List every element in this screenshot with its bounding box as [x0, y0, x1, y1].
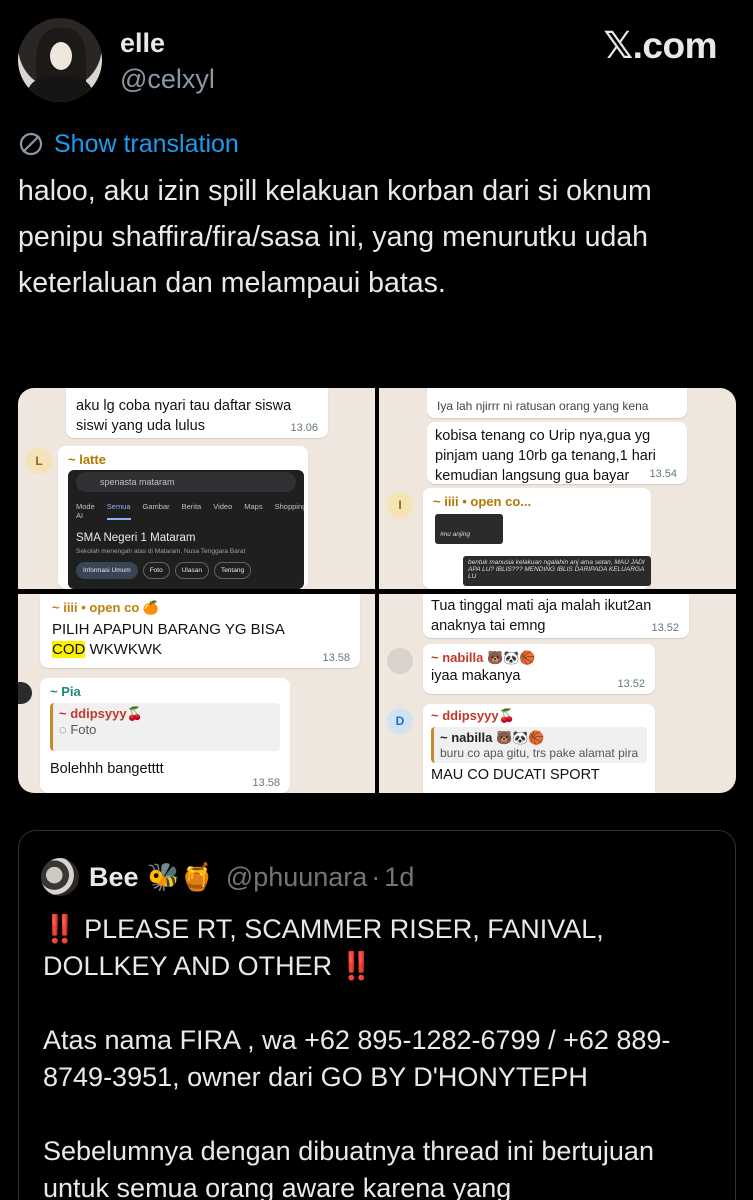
bee-honey-emoji: 🐝🍯: [146, 862, 214, 892]
double-exclamation-icon: ‼️: [43, 914, 77, 944]
chat-sender: ~ nabilla 🐻🐼🏀: [431, 650, 536, 665]
quote-tweet-text: ‼️ PLEASE RT, SCAMMER RISER, FANIVAL, DO…: [43, 911, 723, 1200]
chip: Tentang: [213, 562, 252, 579]
image-caption: #nu anjing: [440, 531, 470, 538]
avatar: L: [26, 448, 52, 474]
avatar: D: [387, 708, 413, 734]
quote-author-name[interactable]: Bee: [89, 862, 139, 893]
chip: Foto: [142, 562, 170, 579]
chat-message: Iya lah njirrr ni ratusan orang yang ken…: [437, 399, 649, 413]
highlight-text: COD: [52, 641, 86, 658]
chat-bubble: ~ nabilla 🐻🐼🏀 iyaa makanya 13.52: [423, 644, 655, 694]
forwarded-image: bentuk manusia kelakuan ngalahin anj ama…: [463, 556, 651, 586]
quoted-message: ~ ddipsyyy🍒 ◌ Foto: [50, 703, 280, 751]
chat-time: 13.52: [651, 622, 679, 634]
tab: Gambar: [142, 502, 170, 511]
quote-paragraph-2: Atas nama FIRA , wa +62 895-1282-6799 / …: [43, 1025, 671, 1092]
chat-bubble: ~ ddipsyyy🍒 ~ nabilla 🐻🐼🏀 buru co apa gi…: [423, 704, 655, 793]
chat-sender: ~ latte: [68, 452, 106, 467]
search-tabs: Mode AI Semua Gambar Berita Video Maps S…: [76, 502, 304, 520]
chat-message: MAU CO DUCATI SPORT: [431, 767, 600, 783]
chat-bubble: Tua tinggal mati aja malah ikut2an anakn…: [423, 594, 689, 638]
quote-tweet-card[interactable]: Bee 🐝🍯 @phuunara · 1d ‼️ PLEASE RT, SCAM…: [18, 830, 736, 1200]
avatar: [18, 682, 32, 704]
media-image-1[interactable]: aku lg coba nyari tau daftar siswa siswi…: [18, 388, 375, 589]
chat-message: aku lg coba nyari tau daftar siswa siswi…: [76, 398, 292, 434]
chat-time: 13.58: [252, 777, 280, 789]
quoted-message: ~ nabilla 🐻🐼🏀 buru co apa gitu, trs pake…: [431, 727, 647, 763]
chat-time: 13.06: [290, 422, 318, 434]
media-image-3[interactable]: ~ iiii • open co 🍊 PILIH APAPUN BARANG Y…: [18, 594, 375, 793]
tab: Berita: [181, 502, 202, 511]
chat-message: PILIH APAPUN BARANG YG BISA: [52, 621, 285, 638]
x-logo-watermark: 𝕏.com: [603, 25, 717, 66]
search-bar: spenasta mataram: [76, 472, 296, 492]
google-search-screenshot: spenasta mataram Mode AI Semua Gambar Be…: [68, 470, 304, 589]
quote-timestamp[interactable]: 1d: [384, 862, 414, 893]
chat-bubble: aku lg coba nyari tau daftar siswa siswi…: [66, 388, 328, 438]
avatar: [387, 648, 413, 674]
result-subtitle: Sekolah menengah atas di Mataram, Nusa T…: [76, 548, 246, 555]
quote-author-handle[interactable]: @phuunara: [226, 862, 368, 893]
avatar: I: [387, 492, 413, 518]
tab: Mode AI: [76, 502, 95, 520]
chip: Informasi Umum: [76, 562, 138, 579]
chat-sender: ~ iiii • open co...: [433, 494, 532, 509]
chat-sender: ~ Pia: [50, 684, 81, 699]
chat-message: Bolehhh bangetttt: [50, 761, 164, 777]
double-exclamation-icon: ‼️: [339, 951, 374, 981]
result-chips: Informasi Umum Foto Ulasan Tentang: [76, 562, 252, 579]
chat-time: 13.58: [322, 652, 350, 664]
chat-message: kobisa tenang co Urip nya,gua yg pinjam …: [435, 428, 656, 484]
chat-time: 13.52: [617, 678, 645, 690]
tab: Semua: [106, 502, 131, 520]
chip: Ulasan: [174, 562, 209, 579]
chat-bubble: ~ iiii • open co 🍊 PILIH APAPUN BARANG Y…: [40, 594, 360, 668]
author-handle[interactable]: @celxyl: [120, 64, 215, 95]
quote-sender: ~ ddipsyyy🍒: [59, 706, 143, 721]
media-grid: aku lg coba nyari tau daftar siswa siswi…: [18, 388, 736, 793]
tab: Shopping: [274, 502, 304, 511]
chat-time: 13.54: [649, 468, 677, 480]
result-title: SMA Negeri 1 Mataram: [76, 532, 196, 544]
tab: Maps: [244, 502, 263, 511]
tab: Video: [213, 502, 233, 511]
quote-sender: ~ nabilla 🐻🐼🏀: [440, 730, 545, 745]
author-display-name[interactable]: elle: [120, 28, 165, 59]
quote-tweet-header: Bee 🐝🍯 @phuunara · 1d: [41, 857, 414, 897]
chat-message: WKWKWK: [89, 641, 163, 658]
quote-body: buru co apa gitu, trs pake alamat pira: [440, 746, 639, 760]
quote-author-avatar[interactable]: [41, 858, 79, 896]
tweet-text: haloo, aku izin spill kelakuan korban da…: [18, 175, 652, 299]
chat-bubble: kobisa tenang co Urip nya,gua yg pinjam …: [427, 422, 687, 484]
quote-paragraph-3: Sebelumnya dengan dibuatnya thread ini b…: [43, 1136, 654, 1200]
camera-icon: ◌: [59, 722, 71, 737]
show-translation-link[interactable]: Show translation: [54, 130, 239, 159]
chat-message: Tua tinggal mati aja malah ikut2an anakn…: [431, 598, 652, 634]
quote-line-1: PLEASE RT, SCAMMER RISER, FANIVAL, DOLLK…: [43, 914, 604, 981]
quote-body: ◌ Foto: [59, 722, 97, 737]
tweet-header: elle @celxyl 𝕏.com: [0, 0, 753, 120]
chat-bubble: Iya lah njirrr ni ratusan orang yang ken…: [427, 388, 687, 418]
media-image-2[interactable]: Iya lah njirrr ni ratusan orang yang ken…: [379, 388, 736, 589]
separator-dot: ·: [371, 861, 381, 892]
chat-sender: ~ iiii • open co 🍊: [52, 600, 160, 615]
show-translation-row[interactable]: Show translation: [18, 128, 239, 160]
media-image-4[interactable]: Tua tinggal mati aja malah ikut2an anakn…: [379, 594, 736, 793]
globe-icon: [19, 132, 43, 156]
author-avatar[interactable]: [18, 18, 102, 102]
forwarded-image: #nu anjing: [435, 514, 503, 544]
chat-message: iyaa makanya: [431, 668, 521, 684]
chat-bubble: ~ Pia ~ ddipsyyy🍒 ◌ Foto Bolehhh bangett…: [40, 678, 290, 793]
chat-sender: ~ ddipsyyy🍒: [431, 708, 515, 723]
